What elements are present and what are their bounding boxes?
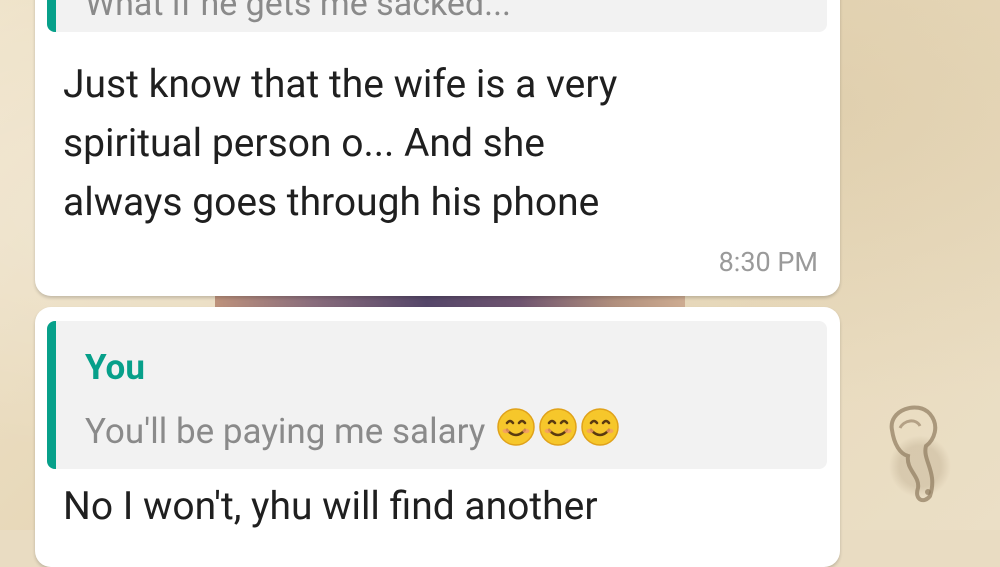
quoted-message-text: You'll be paying me salary <box>85 411 486 452</box>
smiling-face-icon <box>497 408 535 446</box>
message-line: always goes through his phone <box>63 179 600 225</box>
message-line: spiritual person o... And she <box>63 120 545 166</box>
quoted-message-text: What if he gets me sacked... <box>85 0 511 24</box>
message-line: Just know that the wife is a very <box>63 61 618 107</box>
smiling-face-icon <box>581 408 619 446</box>
message-text: Just know that the wife is a very spirit… <box>63 55 617 232</box>
message-text: No I won't, yhu will find another <box>63 477 598 536</box>
message-timestamp: 8:30 PM <box>718 246 818 278</box>
wallpaper-doodle-icon <box>889 405 938 503</box>
quoted-message[interactable]: You You'll be paying me salary <box>47 321 827 469</box>
smiling-face-icon <box>539 408 577 446</box>
message-bubble[interactable]: What if he gets me sacked... Just know t… <box>35 0 840 296</box>
message-bubble[interactable]: You You'll be paying me salary No I won'… <box>35 307 840 567</box>
quoted-message-text-row: You'll be paying me salary <box>85 407 620 452</box>
message-line: No I won't, yhu will find another <box>63 483 598 529</box>
quoted-message[interactable]: What if he gets me sacked... <box>47 0 827 32</box>
quoted-message-author: You <box>85 347 145 388</box>
